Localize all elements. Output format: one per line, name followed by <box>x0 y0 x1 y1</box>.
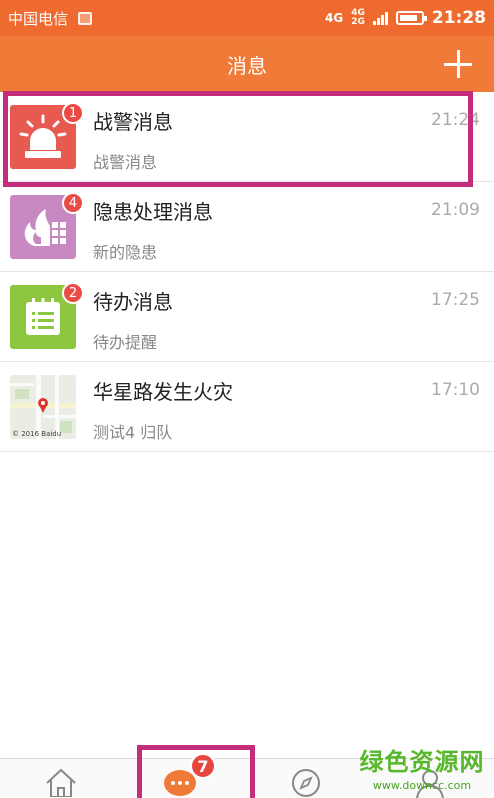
sim-card-icon <box>78 11 93 25</box>
message-subtitle: 战警消息 <box>93 153 158 172</box>
message-time: 21:09 <box>431 200 480 220</box>
status-bar: 中国电信 4G 4G 2G 21:28 <box>0 0 494 36</box>
message-subtitle: 待办提醒 <box>93 333 158 352</box>
signal-icon <box>372 11 388 25</box>
page-title: 消息 <box>227 53 267 78</box>
message-text: 华星路发生火灾 测试4 归队 <box>93 376 480 443</box>
message-subtitle: 测试4 归队 <box>93 423 173 442</box>
plus-icon[interactable] <box>440 46 476 82</box>
message-row-todo[interactable]: 2 待办消息 待办提醒 17:25 <box>0 272 494 362</box>
message-title: 待办消息 <box>93 290 173 314</box>
message-text: 战警消息 战警消息 <box>93 106 480 173</box>
compass-icon[interactable] <box>286 767 326 798</box>
battery-icon <box>395 11 427 25</box>
unread-badge: 1 <box>62 102 84 124</box>
unread-badge: 2 <box>62 282 84 304</box>
message-row-fire[interactable]: © 2016 Baidu 华星路发生火灾 测试4 归队 17:10 <box>0 362 494 452</box>
message-time: 17:10 <box>431 380 480 400</box>
message-row-alert[interactable]: 1 战警消息 战警消息 21:24 <box>0 92 494 182</box>
watermark-url: www.downcc.com <box>372 779 472 792</box>
message-title: 华星路发生火灾 <box>93 380 233 404</box>
watermark-title: 绿色资源网 <box>359 748 485 776</box>
network-secondary: 4G 2G <box>351 9 365 27</box>
message-subtitle: 新的隐患 <box>93 243 158 262</box>
title-bar: 消息 <box>0 36 494 92</box>
message-time: 21:24 <box>431 110 480 130</box>
status-right: 4G 4G 2G 21:28 <box>325 8 486 28</box>
network-secondary-bottom: 2G <box>351 17 365 27</box>
network-type-label: 4G <box>325 11 344 25</box>
map-thumbnail: © 2016 Baidu <box>10 375 76 439</box>
carrier-label: 中国电信 <box>8 9 69 28</box>
message-text: 待办消息 待办提醒 <box>93 286 480 353</box>
message-list: 1 战警消息 战警消息 21:24 4 隐患处理消息 新的隐患 21:09 2 … <box>0 92 494 452</box>
message-row-hazard[interactable]: 4 隐患处理消息 新的隐患 21:09 <box>0 182 494 272</box>
message-title: 隐患处理消息 <box>93 200 213 224</box>
message-text: 隐患处理消息 新的隐患 <box>93 196 480 263</box>
clock: 21:28 <box>431 8 486 28</box>
unread-badge: 4 <box>62 192 84 214</box>
home-icon[interactable] <box>41 767 81 798</box>
map-copyright: © 2016 Baidu <box>12 430 62 438</box>
message-title: 战警消息 <box>93 110 173 134</box>
message-time: 17:25 <box>431 290 480 310</box>
messages-tab-badge: 7 <box>190 753 216 779</box>
watermark: 绿色资源网 www.downcc.com <box>354 742 490 796</box>
status-left: 中国电信 <box>8 8 93 29</box>
